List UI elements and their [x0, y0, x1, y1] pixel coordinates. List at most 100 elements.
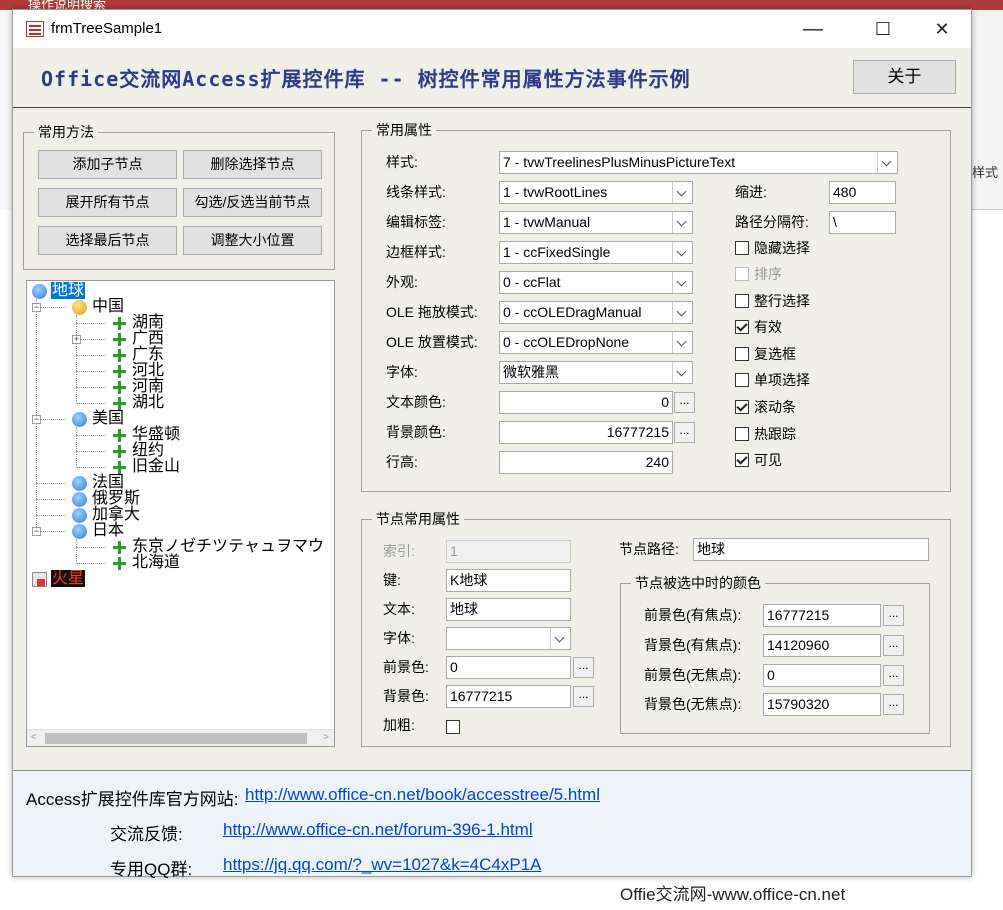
node-back-color-picker-button[interactable]: ... — [573, 686, 594, 707]
checkbox-box[interactable] — [446, 720, 460, 734]
sel-back-focus-picker-button[interactable]: ... — [883, 635, 904, 656]
checkbox-box[interactable] — [735, 347, 749, 361]
chevron-down-icon[interactable] — [672, 302, 692, 323]
tree-node-russia[interactable]: 俄罗斯 — [72, 491, 141, 507]
back-color-input[interactable]: 16777215 — [499, 421, 673, 444]
node-back-color-input[interactable]: 16777215 — [446, 685, 571, 708]
border-style-combo[interactable]: 1 - ccFixedSingle — [499, 241, 693, 264]
tree-node-washington[interactable]: 华盛顿 — [113, 427, 181, 443]
tree-node-hokkaido[interactable]: 北海道 — [113, 555, 181, 571]
maximize-button[interactable]: ☐ — [860, 10, 906, 48]
node-fore-color-input[interactable]: 0 — [446, 656, 571, 679]
sel-fore-nofocus-input[interactable]: 0 — [763, 664, 881, 687]
checkbox-box[interactable] — [735, 294, 749, 308]
add-child-node-button[interactable]: 添加子节点 — [38, 150, 177, 179]
checkbox-box[interactable] — [735, 373, 749, 387]
index-input[interactable]: 1 — [446, 540, 571, 563]
checkbox-box[interactable] — [735, 400, 749, 414]
tree-node-france[interactable]: 法国 — [72, 475, 125, 491]
appearance-combo[interactable]: 0 - ccFlat — [499, 271, 693, 294]
tree-node-mars[interactable]: 火星 — [32, 570, 86, 587]
tree-node-tokyo[interactable]: 东京ノゼチツテャュヲマウ — [113, 539, 325, 555]
ole-drop-combo[interactable]: 0 - ccOLEDropNone — [499, 331, 693, 354]
toggle-check-node-button[interactable]: 勾选/反选当前节点 — [183, 188, 322, 217]
feedback-link[interactable]: http://www.office-cn.net/forum-396-1.htm… — [223, 820, 533, 840]
sel-back-nofocus-input[interactable]: 15790320 — [763, 693, 881, 716]
collapse-toggle-usa[interactable]: − — [32, 415, 41, 424]
scroll-right-icon[interactable]: > — [323, 732, 329, 743]
font-combo[interactable]: 微软雅黑 — [499, 361, 693, 384]
scroll-left-icon[interactable]: < — [31, 732, 37, 743]
qq-group-link[interactable]: https://jq.qq.com/?_wv=1027&k=4C4xP1A — [223, 855, 541, 875]
tree-node-hunan[interactable]: 湖南 — [113, 315, 165, 331]
chevron-down-icon[interactable] — [672, 272, 692, 293]
tree-horizontal-scrollbar[interactable]: < > — [27, 729, 334, 746]
bold-checkbox[interactable] — [446, 718, 465, 736]
chevron-down-icon[interactable] — [877, 152, 897, 173]
tree-node-china[interactable]: 中国 — [72, 299, 125, 315]
node-font-combo[interactable] — [446, 627, 571, 650]
text-color-input[interactable]: 0 — [499, 391, 673, 414]
edit-label-combo[interactable]: 1 - tvwManual — [499, 211, 693, 234]
full-row-select-checkbox[interactable]: 整行选择 — [735, 292, 810, 310]
tree-node-earth[interactable]: 地球 — [32, 282, 86, 299]
tree-node-guangdong[interactable]: 广东 — [113, 347, 165, 363]
sel-back-nofocus-picker-button[interactable]: ... — [883, 694, 904, 715]
chevron-down-icon[interactable] — [672, 242, 692, 263]
node-text-input[interactable]: 地球 — [446, 598, 571, 621]
single-select-checkbox[interactable]: 单项选择 — [735, 371, 810, 389]
sel-back-focus-input[interactable]: 14120960 — [763, 634, 881, 657]
checkboxes-checkbox[interactable]: 复选框 — [735, 345, 796, 363]
sorted-checkbox[interactable]: 排序 — [735, 265, 782, 283]
tree-view[interactable]: − + − − 地球 中国 湖南 广西 广东 河北 河南 湖北 美国 华盛顿 纽… — [26, 280, 335, 747]
hot-tracking-checkbox[interactable]: 热跟踪 — [735, 425, 796, 443]
enabled-checkbox[interactable]: 有效 — [735, 318, 782, 336]
scrollbar-checkbox[interactable]: 滚动条 — [735, 398, 796, 416]
title-bar[interactable]: frmTreeSample1 — ☐ ✕ — [13, 10, 971, 48]
indent-input[interactable]: 480 — [829, 181, 896, 204]
scroll-thumb[interactable] — [45, 733, 307, 744]
tree-node-henan[interactable]: 河南 — [113, 379, 165, 395]
sel-fore-nofocus-picker-button[interactable]: ... — [883, 665, 904, 686]
sel-fore-focus-input[interactable]: 16777215 — [763, 604, 881, 627]
hide-selection-checkbox[interactable]: 隐藏选择 — [735, 239, 810, 257]
minimize-button[interactable]: — — [790, 10, 836, 48]
tree-node-sanfrancisco[interactable]: 旧金山 — [113, 459, 181, 475]
tree-node-japan[interactable]: 日本 — [72, 523, 125, 539]
expand-all-nodes-button[interactable]: 展开所有节点 — [38, 188, 177, 217]
chevron-down-icon[interactable] — [550, 628, 570, 649]
chevron-down-icon[interactable] — [672, 212, 692, 233]
resize-position-button[interactable]: 调整大小位置 — [183, 226, 322, 255]
style-combo[interactable]: 7 - tvwTreelinesPlusMinusPictureText — [499, 151, 898, 174]
close-button[interactable]: ✕ — [919, 10, 965, 48]
node-fore-color-picker-button[interactable]: ... — [573, 657, 594, 678]
checkbox-box[interactable] — [735, 453, 749, 467]
select-last-node-button[interactable]: 选择最后节点 — [38, 226, 177, 255]
chevron-down-icon[interactable] — [672, 332, 692, 353]
text-color-picker-button[interactable]: ... — [674, 392, 695, 413]
ole-drag-combo[interactable]: 0 - ccOLEDragManual — [499, 301, 693, 324]
checkbox-box[interactable] — [735, 427, 749, 441]
node-path-input[interactable]: 地球 — [693, 538, 929, 561]
tree-node-guangxi[interactable]: 广西 — [113, 331, 165, 347]
collapse-toggle-china[interactable]: − — [32, 303, 41, 312]
checkbox-box[interactable] — [735, 241, 749, 255]
delete-selected-node-button[interactable]: 删除选择节点 — [183, 150, 322, 179]
chevron-down-icon[interactable] — [672, 362, 692, 383]
back-color-picker-button[interactable]: ... — [674, 422, 695, 443]
sel-fore-focus-picker-button[interactable]: ... — [883, 605, 904, 626]
line-style-combo[interactable]: 1 - tvwRootLines — [499, 181, 693, 204]
key-input[interactable]: K地球 — [446, 569, 571, 592]
path-separator-input[interactable]: \ — [829, 211, 896, 234]
tree-node-usa[interactable]: 美国 — [72, 411, 125, 427]
tree-node-canada[interactable]: 加拿大 — [72, 507, 141, 523]
about-button[interactable]: 关于 — [853, 60, 956, 94]
row-height-input[interactable]: 240 — [499, 451, 673, 474]
tree-node-hubei[interactable]: 湖北 — [113, 395, 165, 411]
site-link[interactable]: http://www.office-cn.net/book/accesstree… — [245, 785, 600, 805]
checkbox-box[interactable] — [735, 320, 749, 334]
chevron-down-icon[interactable] — [672, 182, 692, 203]
visible-checkbox[interactable]: 可见 — [735, 451, 782, 469]
tree-node-newyork[interactable]: 纽约 — [113, 443, 165, 459]
collapse-toggle-japan[interactable]: − — [32, 527, 41, 536]
